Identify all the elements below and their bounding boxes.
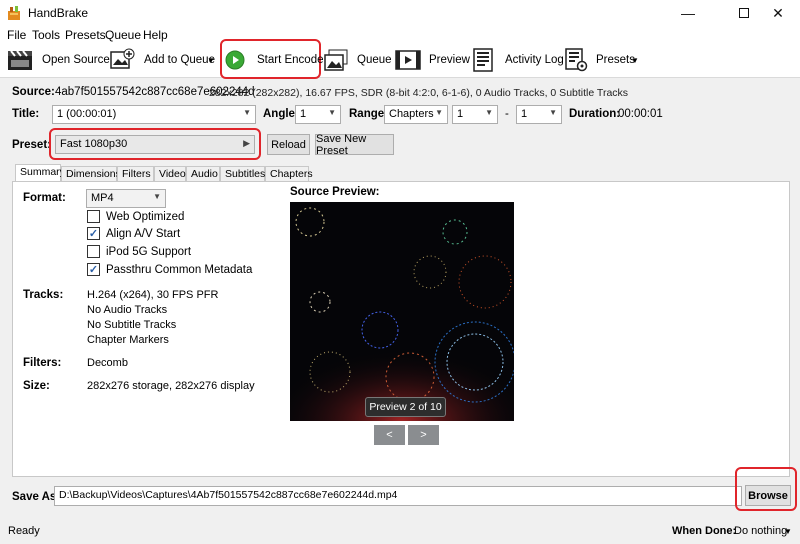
preview-icon[interactable] (395, 48, 421, 72)
chevron-down-icon: ▼ (549, 108, 557, 117)
source-preview-image (290, 202, 514, 421)
menu-file[interactable]: File (7, 28, 26, 42)
web-optimized-label: Web Optimized (106, 211, 185, 223)
preset-select[interactable]: Fast 1080p30 ▶ (55, 135, 255, 154)
chevron-down-icon[interactable]: ▼ (207, 56, 215, 65)
preview-prev-button[interactable]: < (374, 425, 405, 445)
preview-next-button[interactable]: > (408, 425, 439, 445)
activity-log-button[interactable]: Activity Log (505, 54, 564, 66)
play-icon[interactable] (225, 50, 245, 70)
chevron-down-icon: ▼ (153, 192, 161, 201)
save-as-label: Save As: (12, 491, 61, 503)
tab-summary[interactable]: Summary (15, 164, 65, 182)
status-text: Ready (8, 525, 40, 537)
format-select[interactable]: MP4 ▼ (86, 189, 166, 208)
film-clapper-icon[interactable] (7, 48, 33, 72)
range-type-select[interactable]: Chapters ▼ (384, 105, 448, 124)
preview-button[interactable]: Preview (429, 54, 470, 66)
ipod-5g-support-checkbox[interactable] (87, 245, 100, 258)
queue-button[interactable]: Queue (357, 54, 392, 66)
source-info: 282x282 (282x282), 16.67 FPS, SDR (8-bit… (209, 87, 629, 99)
queue-icon[interactable] (323, 48, 349, 72)
chevron-down-icon: ▼ (485, 108, 493, 117)
start-encode-button[interactable]: Start Encode (257, 54, 323, 66)
open-source-button[interactable]: Open Source (42, 54, 110, 66)
reload-button[interactable]: Reload (267, 134, 310, 155)
source-label: Source: (12, 86, 55, 98)
chevron-down-icon[interactable]: ▼ (784, 527, 792, 536)
range-type-value: Chapters (389, 108, 434, 120)
range-end-value: 1 (521, 108, 528, 120)
add-to-queue-button[interactable]: Add to Queue (144, 54, 215, 66)
activity-log-icon[interactable] (471, 48, 497, 72)
angle-select[interactable]: 1 ▼ (295, 105, 341, 124)
range-label: Range: (349, 108, 388, 120)
presets-icon[interactable] (563, 48, 589, 72)
menu-tools[interactable]: Tools (32, 28, 60, 42)
track-item: No Audio Tracks (87, 304, 168, 316)
angle-label: Angle: (263, 108, 299, 120)
align-av-start-checkbox[interactable]: ✓ (87, 227, 100, 240)
size-label: Size: (23, 380, 50, 392)
web-optimized-checkbox[interactable] (87, 210, 100, 223)
preset-select-value: Fast 1080p30 (60, 138, 128, 150)
tab-video[interactable]: Video (154, 166, 186, 181)
presets-button[interactable]: Presets (596, 54, 635, 66)
range-end-select[interactable]: 1 ▼ (516, 105, 562, 124)
handbrake-app-icon (6, 5, 22, 21)
tracks-label: Tracks: (23, 289, 64, 301)
window-title: HandBrake (28, 6, 89, 20)
track-item: H.264 (x264), 30 FPS PFR (87, 289, 219, 301)
menu-queue[interactable]: Queue (105, 28, 141, 42)
duration-label: Duration: (569, 108, 621, 120)
tab-chapters[interactable]: Chapters (265, 166, 313, 181)
chevron-down-icon[interactable]: ▼ (631, 56, 639, 65)
passthru-metadata-checkbox[interactable]: ✓ (87, 263, 100, 276)
range-dash: - (505, 108, 509, 120)
align-av-start-label: Align A/V Start (106, 228, 181, 240)
range-start-value: 1 (457, 108, 464, 120)
save-path-input[interactable]: D:\Backup\Videos\Captures\4Ab7f501557542… (54, 486, 742, 506)
menu-help[interactable]: Help (143, 28, 168, 42)
duration-value: 00:00:01 (618, 108, 663, 120)
filters-value: Decomb (87, 357, 128, 369)
when-done-label: When Done: (672, 525, 737, 537)
tab-dimensions[interactable]: Dimensions (61, 166, 121, 181)
passthru-metadata-label: Passthru Common Metadata (106, 264, 253, 276)
chevron-down-icon: ▼ (328, 108, 336, 117)
close-icon[interactable]: ✕ (756, 0, 800, 26)
title-label: Title: (12, 108, 40, 120)
filters-label: Filters: (23, 357, 62, 369)
add-to-queue-icon[interactable] (109, 48, 135, 72)
chevron-right-icon: ▶ (243, 138, 250, 148)
size-value: 282x276 storage, 282x276 display (87, 380, 255, 392)
tab-audio[interactable]: Audio (186, 166, 220, 181)
format-label: Format: (23, 192, 66, 204)
ipod-5g-support-label: iPod 5G Support (106, 246, 192, 258)
title-select[interactable]: 1 (00:00:01) ▼ (52, 105, 256, 124)
minimize-icon[interactable]: — (666, 0, 710, 26)
menu-presets[interactable]: Presets (65, 28, 106, 42)
range-start-select[interactable]: 1 ▼ (452, 105, 498, 124)
tab-filters[interactable]: Filters (117, 166, 154, 181)
preview-caption: Preview 2 of 10 (365, 397, 446, 417)
preset-label: Preset: (12, 139, 51, 151)
track-item: No Subtitle Tracks (87, 319, 177, 331)
format-select-value: MP4 (91, 192, 114, 204)
chevron-down-icon: ▼ (435, 108, 443, 117)
tab-subtitles[interactable]: Subtitles (220, 166, 265, 181)
save-new-preset-button[interactable]: Save New Preset (315, 133, 394, 157)
title-select-value: 1 (00:00:01) (57, 108, 117, 120)
when-done-select[interactable]: Do nothing (734, 525, 787, 537)
track-item: Chapter Markers (87, 334, 169, 346)
angle-select-value: 1 (300, 108, 307, 120)
source-preview-label: Source Preview: (290, 186, 380, 198)
chevron-down-icon: ▼ (243, 108, 251, 117)
browse-button[interactable]: Browse (745, 485, 791, 506)
